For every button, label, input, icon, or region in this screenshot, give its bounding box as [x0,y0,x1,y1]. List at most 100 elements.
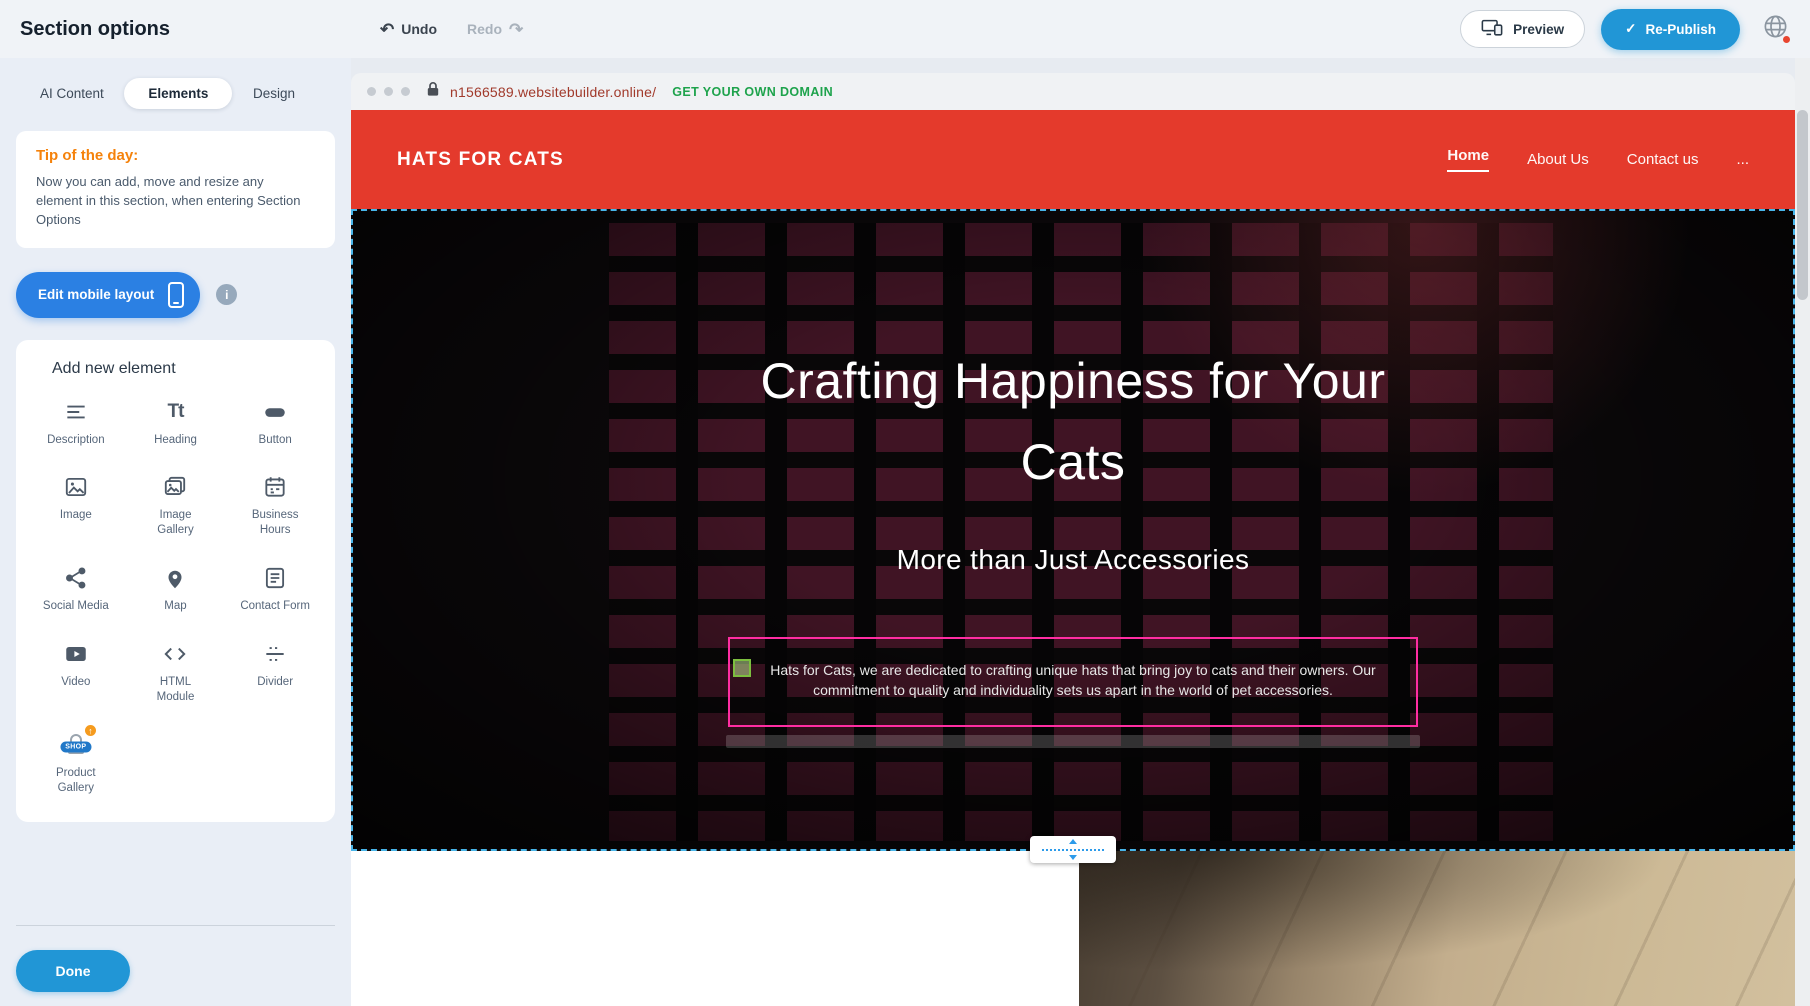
devices-icon [1481,19,1503,39]
selected-text-element[interactable]: Hats for Cats, we are dedicated to craft… [728,637,1418,727]
hero-heading[interactable]: Crafting Happiness for Your Cats [758,341,1388,503]
add-element-image[interactable]: Image [26,473,126,538]
nav-more-ellipsis[interactable]: ... [1736,151,1749,168]
element-ghost-bar [726,735,1420,748]
nav-home[interactable]: Home [1447,147,1489,172]
site-url[interactable]: n1566589.websitebuilder.online/ [450,84,656,100]
tab-design[interactable]: Design [253,78,295,109]
description-lines-icon [63,398,89,426]
check-icon: ✓ [1625,21,1636,37]
upgrade-badge-icon: ↑ [83,723,98,738]
add-new-element-card: Add new element Description Tt Heading [16,340,335,823]
add-element-business-hours[interactable]: Business Hours [225,473,325,538]
language-globe-button[interactable] [1760,14,1790,44]
business-hours-icon [262,473,288,501]
window-dots [367,87,410,96]
hero-section-selected[interactable]: Crafting Happiness for Your Cats More th… [351,209,1795,851]
edit-mobile-label: Edit mobile layout [38,287,154,302]
html-code-icon [162,640,188,668]
add-element-divider[interactable]: Divider [225,640,325,705]
next-section-blank [351,851,1079,1006]
hero-paragraph[interactable]: Hats for Cats, we are dedicated to craft… [741,660,1405,725]
tab-elements[interactable]: Elements [124,78,232,109]
add-element-video[interactable]: Video [26,640,126,705]
window-dot [367,87,376,96]
info-icon[interactable]: i [216,284,237,305]
notification-dot [1783,36,1790,43]
video-icon [63,640,89,668]
tip-title: Tip of the day: [36,147,315,164]
add-element-map[interactable]: Map [126,564,226,614]
add-element-contact-form[interactable]: Contact Form [225,564,325,614]
image-icon [63,473,89,501]
element-label: Contact Form [240,599,310,614]
canvas-scrollbar[interactable] [1795,58,1810,1006]
get-own-domain-link[interactable]: GET YOUR OWN DOMAIN [672,85,833,99]
add-element-heading[interactable]: Tt Heading [126,398,226,448]
edit-mobile-layout-button[interactable]: Edit mobile layout [16,272,200,318]
edit-mobile-row: Edit mobile layout i [16,272,351,318]
arrow-down-icon [1069,855,1077,860]
preview-button[interactable]: Preview [1460,10,1585,48]
add-element-button[interactable]: Button [225,398,325,448]
pavement-photo [1079,851,1795,1006]
preview-label: Preview [1513,22,1564,37]
section-options-sidebar: AI Content Elements Design Tip of the da… [0,58,351,1006]
element-label: Button [259,433,292,448]
nav-contact-us[interactable]: Contact us [1627,151,1699,168]
element-label: Image Gallery [140,508,210,538]
phone-icon [168,282,184,308]
sidebar-tabs: AI Content Elements Design [40,78,295,109]
scrollbar-thumb[interactable] [1797,110,1808,300]
element-label: Heading [154,433,197,448]
add-element-product-gallery[interactable]: SHOP ↑ Product Gallery [26,731,126,796]
redo-label: Redo [467,21,502,37]
element-label: Description [47,433,105,448]
editor-canvas: n1566589.websitebuilder.online/ GET YOUR… [351,58,1810,1006]
page-title: Section options [20,18,170,41]
tip-body: Now you can add, move and resize any ele… [36,173,304,230]
heading-icon: Tt [168,398,184,426]
history-controls: ↶ Undo Redo ↷ [380,21,523,38]
done-button[interactable]: Done [16,950,130,992]
sidebar-footer: Done [0,925,351,1006]
redo-button[interactable]: Redo ↷ [467,21,523,38]
arrow-up-icon [1069,839,1077,844]
site-logo[interactable]: HATS FOR CATS [397,149,564,171]
element-label: Image [60,508,92,523]
add-element-description[interactable]: Description [26,398,126,448]
shop-badge: SHOP [60,742,91,753]
map-pin-icon [162,564,188,592]
tab-ai-content[interactable]: AI Content [40,78,104,109]
element-label: HTML Module [140,675,210,705]
add-element-social-media[interactable]: Social Media [26,564,126,614]
elements-grid: Description Tt Heading Button [26,398,325,797]
add-element-title: Add new element [52,360,325,378]
hero-subheading[interactable]: More than Just Accessories [897,544,1250,576]
element-label: Video [61,675,90,690]
republish-button[interactable]: ✓ Re-Publish [1601,9,1740,50]
button-icon [262,398,288,426]
site-header[interactable]: HATS FOR CATS Home About Us Contact us .… [351,110,1795,209]
add-element-html-module[interactable]: HTML Module [126,640,226,705]
site-preview: HATS FOR CATS Home About Us Contact us .… [351,110,1795,1006]
redo-icon: ↷ [509,21,523,38]
footer-divider [16,925,335,926]
site-viewport: n1566589.websitebuilder.online/ GET YOUR… [351,73,1795,1006]
element-label: Business Hours [240,508,310,538]
window-dot [401,87,410,96]
dotted-resize-line [1042,849,1104,851]
section-resize-handle[interactable] [1030,836,1116,863]
resize-handle-left[interactable] [733,659,751,677]
undo-button[interactable]: ↶ Undo [380,21,437,38]
window-dot [384,87,393,96]
site-nav: Home About Us Contact us ... [1447,147,1749,172]
nav-about-us[interactable]: About Us [1527,151,1589,168]
republish-label: Re-Publish [1645,22,1716,37]
undo-icon: ↶ [380,21,394,38]
element-label: Product Gallery [41,766,111,796]
next-section[interactable] [351,851,1795,1006]
topbar: Section options ↶ Undo Redo ↷ P [0,0,1810,58]
add-element-image-gallery[interactable]: Image Gallery [126,473,226,538]
element-label: Divider [257,675,293,690]
